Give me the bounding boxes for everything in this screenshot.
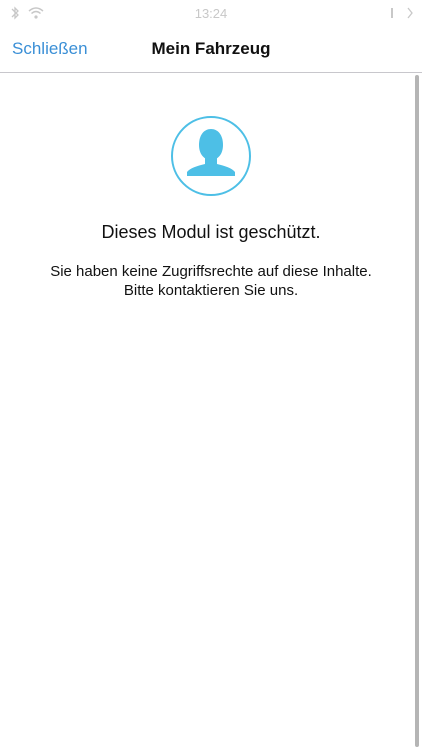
protected-module-content: Dieses Modul ist geschützt. Sie haben ke… <box>0 73 422 750</box>
close-button[interactable]: Schließen <box>12 39 88 59</box>
battery-icon <box>406 6 414 23</box>
access-message: Sie haben keine Zugriffsrechte auf diese… <box>20 262 402 300</box>
person-silhouette-icon <box>171 116 251 196</box>
protected-heading: Dieses Modul ist geschützt. <box>101 222 321 242</box>
alarm-icon <box>388 6 396 23</box>
navigation-bar: Schließen Mein Fahrzeug <box>0 28 422 73</box>
status-right <box>388 6 414 23</box>
access-message-line-2: Bitte kontaktieren Sie uns. <box>123 282 299 299</box>
screen: 13:24 Schließen Mein Fahrzeug Dieses Mod… <box>0 0 422 750</box>
status-bar: 13:24 <box>0 0 422 28</box>
scrollbar[interactable] <box>415 75 419 747</box>
status-time: 13:24 <box>194 6 228 21</box>
access-message-line-1: Sie haben keine Zugriffsrechte auf diese… <box>50 263 372 280</box>
